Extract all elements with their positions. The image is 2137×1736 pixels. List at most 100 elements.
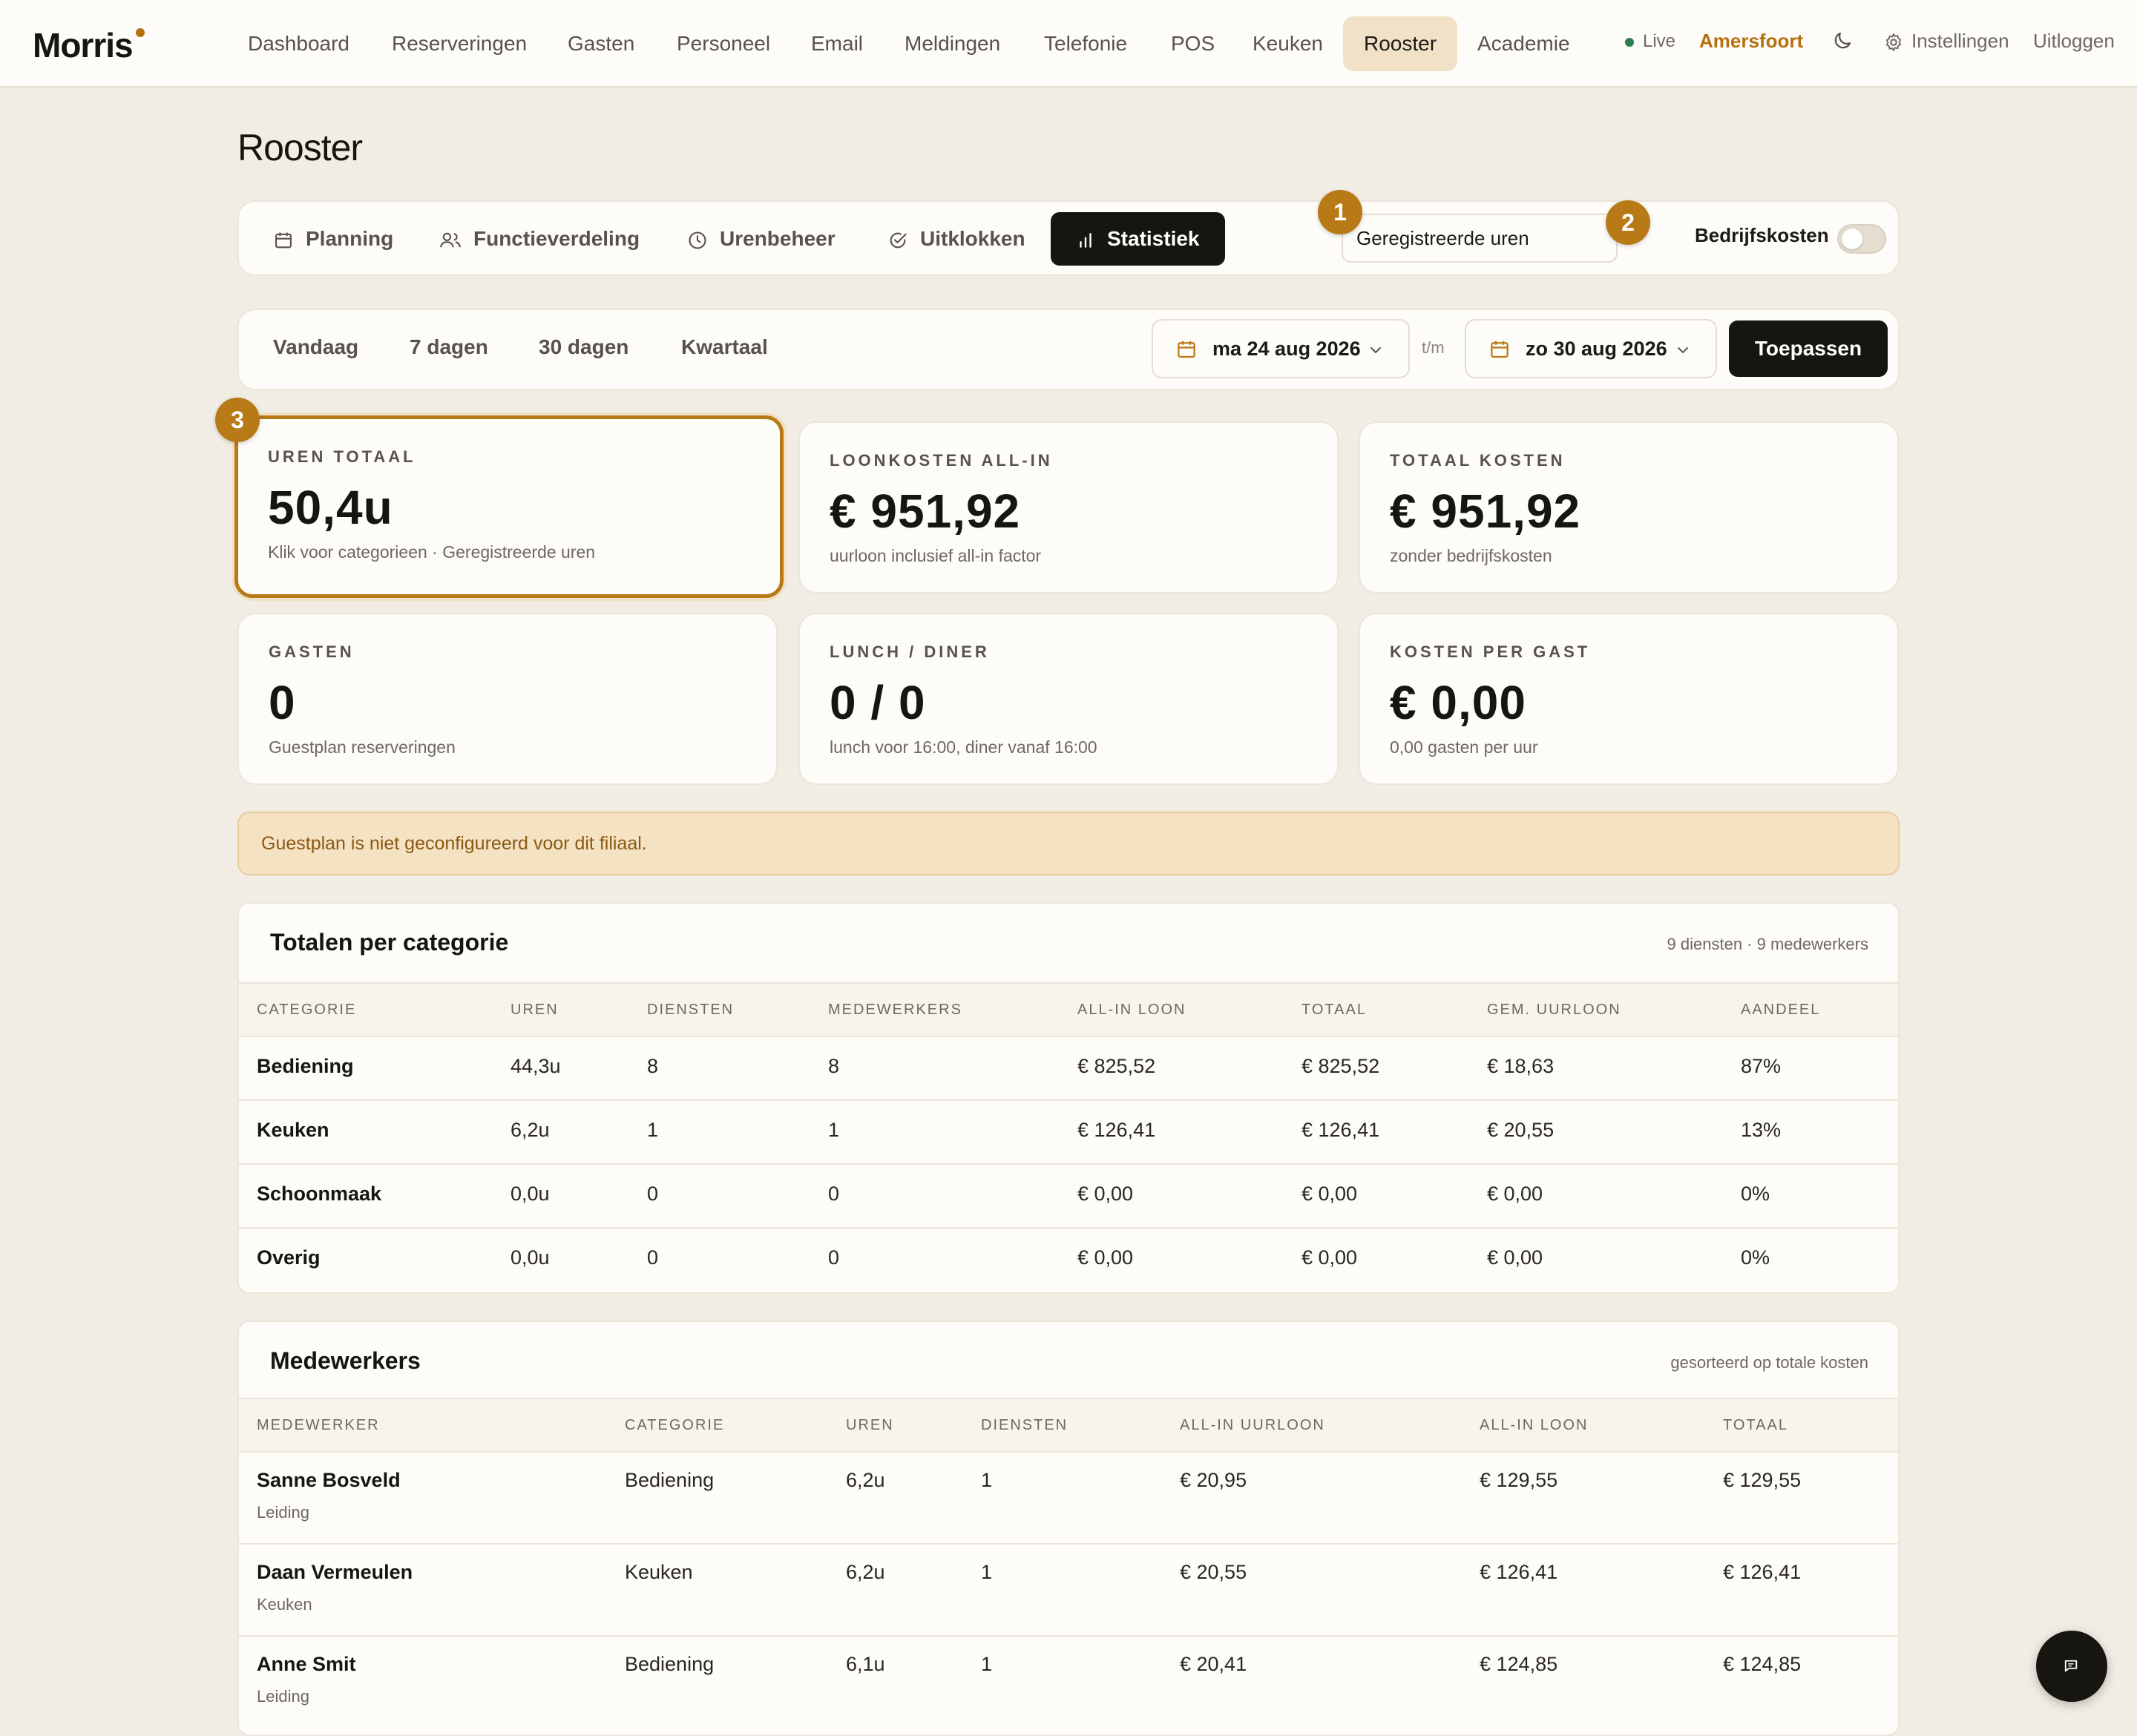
stat-card-hours-total[interactable]: UREN TOTAAL 50,4u Klik voor categorieen … — [234, 415, 784, 598]
hours-cell: 0,0u — [511, 1246, 550, 1269]
apply-button[interactable]: Toepassen — [1729, 320, 1888, 377]
allin-wage-cell: € 0,00 — [1077, 1183, 1134, 1205]
range-7-days[interactable]: 7 dagen — [410, 335, 488, 359]
shifts-cell: 1 — [981, 1469, 993, 1491]
range-30-days[interactable]: 30 dagen — [539, 335, 628, 359]
chevron-down-icon — [1370, 347, 1381, 354]
stat-subtitle: Guestplan reserveringen — [269, 737, 456, 757]
company-costs-toggle[interactable] — [1837, 224, 1886, 254]
allin-rate-cell: € 20,41 — [1180, 1653, 1247, 1675]
column-header: DIENSTEN — [647, 1002, 735, 1018]
nav-academie[interactable]: Academie — [1477, 16, 1570, 71]
tab-planning[interactable]: Planning — [273, 212, 393, 266]
branch-selector[interactable]: Amersfoort — [1699, 30, 1803, 53]
category-totals-panel: Totalen per categorie 9 diensten · 9 med… — [237, 902, 1900, 1294]
allin-wage-cell: € 124,85 — [1480, 1653, 1558, 1675]
table-row[interactable]: Keuken 6,2u 1 1 € 126,41 € 126,41 € 20,5… — [239, 1101, 1898, 1165]
range-today[interactable]: Vandaag — [273, 335, 358, 359]
panel-header: Totalen per categorie 9 diensten · 9 med… — [239, 904, 1898, 984]
chat-bubble-icon — [2064, 1660, 2078, 1672]
hours-source-select[interactable]: Geregistreerde uren — [1342, 214, 1618, 263]
company-costs-label: Bedrijfskosten — [1695, 224, 1829, 246]
nav-reserveringen[interactable]: Reserveringen — [392, 16, 527, 71]
live-status: Live — [1625, 31, 1675, 52]
stat-card-labor-cost: LOONKOSTEN ALL-IN € 951,92 uurloon inclu… — [798, 421, 1339, 594]
shifts-cell: 0 — [647, 1183, 659, 1205]
calendar-icon — [1491, 341, 1509, 358]
annotation-badge-1: 1 — [1318, 190, 1362, 234]
category-name: Keuken — [257, 1119, 329, 1141]
allin-rate-cell: € 20,55 — [1180, 1561, 1247, 1583]
allin-rate-cell: € 20,95 — [1180, 1469, 1247, 1491]
morris-logo[interactable]: Morris — [33, 25, 145, 65]
avg-rate-cell: € 0,00 — [1487, 1246, 1543, 1269]
tab-functieverdeling[interactable]: Functieverdeling — [439, 212, 640, 266]
share-cell: 0% — [1741, 1183, 1770, 1205]
hours-cell: 6,2u — [846, 1561, 885, 1583]
total-cell: € 0,00 — [1301, 1183, 1358, 1205]
table-header: MEDEWERKER CATEGORIE UREN DIENSTEN ALL-I… — [239, 1399, 1898, 1453]
annotation-badge-3: 3 — [215, 398, 260, 442]
employee-name: Sanne Bosveld — [257, 1469, 401, 1491]
page-title: Rooster — [237, 127, 363, 168]
category-cell: Bediening — [625, 1469, 715, 1491]
employee-role: Keuken — [257, 1595, 312, 1614]
shifts-cell: 0 — [647, 1246, 659, 1269]
nav-telefonie[interactable]: Telefonie — [1044, 16, 1127, 71]
stat-subtitle: Klik voor categorieen · Geregistreerde u… — [268, 542, 596, 562]
table-row[interactable]: Schoonmaak 0,0u 0 0 € 0,00 € 0,00 € 0,00… — [239, 1165, 1898, 1229]
stat-value: € 0,00 — [1390, 676, 1526, 729]
nav-meldingen[interactable]: Meldingen — [905, 16, 1000, 71]
moon-icon[interactable] — [1831, 30, 1854, 52]
clock-icon — [689, 231, 706, 249]
chat-button[interactable] — [2036, 1631, 2107, 1702]
users-icon — [440, 232, 461, 247]
employee-name: Anne Smit — [257, 1653, 356, 1675]
shifts-cell: 8 — [647, 1055, 659, 1077]
stat-label: KOSTEN PER GAST — [1390, 642, 1591, 661]
column-header: CATEGORIE — [625, 1417, 725, 1433]
logout-link[interactable]: Uitloggen — [2033, 30, 2115, 53]
hours-cell: 6,1u — [846, 1653, 885, 1675]
stat-value: 0 — [269, 676, 296, 729]
tab-uitklokken[interactable]: Uitklokken — [887, 212, 1025, 266]
nav-pos[interactable]: POS — [1171, 16, 1215, 71]
shifts-cell: 1 — [647, 1119, 659, 1141]
stat-label: LOONKOSTEN ALL-IN — [830, 451, 1053, 470]
nav-gasten[interactable]: Gasten — [568, 16, 634, 71]
stat-card-lunch-dinner: LUNCH / DINER 0 / 0 lunch voor 16:00, di… — [798, 613, 1339, 785]
stat-label: TOTAAL KOSTEN — [1390, 451, 1566, 470]
share-cell: 13% — [1741, 1119, 1782, 1141]
top-navigation: Morris Dashboard Reserveringen Gasten Pe… — [0, 0, 2137, 88]
table-row[interactable]: Sanne Bosveld Leiding Bediening 6,2u 1 €… — [239, 1453, 1898, 1545]
date-to-picker[interactable]: zo 30 aug 2026 — [1465, 319, 1717, 378]
nav-rooster[interactable]: Rooster — [1343, 16, 1458, 71]
nav-keuken[interactable]: Keuken — [1253, 16, 1323, 71]
tab-urenbeheer[interactable]: Urenbeheer — [687, 212, 836, 266]
panel-meta: gesorteerd op totale kosten — [1670, 1353, 1868, 1372]
live-dot-icon — [1625, 37, 1634, 47]
category-name: Overig — [257, 1246, 321, 1269]
column-header: GEM. UURLOON — [1487, 1002, 1621, 1018]
nav-dashboard[interactable]: Dashboard — [248, 16, 349, 71]
table-row[interactable]: Daan Vermeulen Keuken Keuken 6,2u 1 € 20… — [239, 1545, 1898, 1637]
table-row[interactable]: Overig 0,0u 0 0 € 0,00 € 0,00 € 0,00 0% — [239, 1229, 1898, 1292]
settings-link[interactable]: Instellingen — [1883, 30, 2009, 53]
bar-chart-icon — [1080, 232, 1092, 248]
range-quarter[interactable]: Kwartaal — [681, 335, 768, 359]
table-row[interactable]: Bediening 44,3u 8 8 € 825,52 € 825,52 € … — [239, 1037, 1898, 1101]
table-row[interactable]: Anne Smit Leiding Bediening 6,1u 1 € 20,… — [239, 1637, 1898, 1729]
hours-cell: 6,2u — [846, 1469, 885, 1491]
stat-card-cost-per-guest: KOSTEN PER GAST € 0,00 0,00 gasten per u… — [1359, 613, 1899, 785]
tab-statistiek[interactable]: Statistiek — [1051, 212, 1225, 266]
column-header: ALL-IN LOON — [1077, 1002, 1186, 1018]
nav-personeel[interactable]: Personeel — [677, 16, 770, 71]
nav-email[interactable]: Email — [811, 16, 863, 71]
allin-wage-cell: € 825,52 — [1077, 1055, 1156, 1077]
panel-header: Medewerkers gesorteerd op totale kosten — [239, 1322, 1898, 1399]
stat-value: € 951,92 — [830, 484, 1021, 538]
total-cell: € 0,00 — [1301, 1246, 1358, 1269]
column-header: ALL-IN LOON — [1480, 1417, 1589, 1433]
check-circle-icon — [890, 232, 907, 248]
date-from-picker[interactable]: ma 24 aug 2026 — [1152, 319, 1410, 378]
